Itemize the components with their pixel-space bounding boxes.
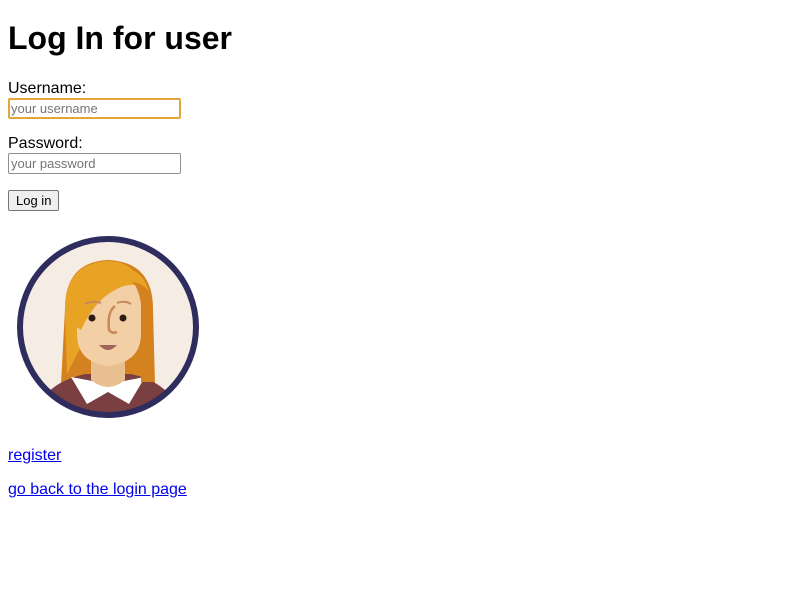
back-to-login-link[interactable]: go back to the login page [8, 481, 187, 499]
register-link[interactable]: register [8, 447, 61, 465]
password-label: Password: [8, 135, 83, 152]
page-title: Log In for user [8, 20, 232, 56]
password-input[interactable] [8, 153, 181, 174]
user-avatar-icon [15, 234, 201, 420]
username-input[interactable] [8, 98, 181, 119]
username-label: Username: [8, 80, 87, 97]
login-button[interactable]: Log in [8, 190, 60, 211]
